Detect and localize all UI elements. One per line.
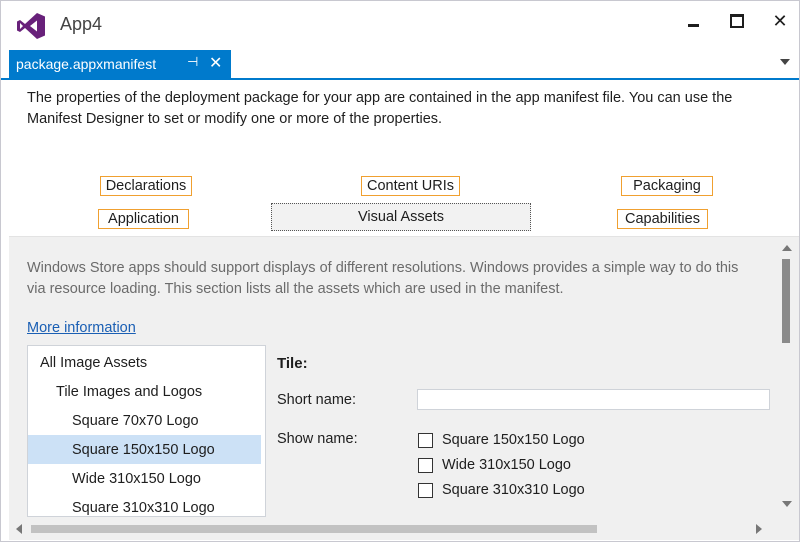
- scroll-right-arrow-icon[interactable]: [756, 524, 762, 534]
- maximize-button[interactable]: [720, 9, 754, 33]
- vertical-scroll-thumb[interactable]: [782, 259, 790, 343]
- close-window-button[interactable]: ✕: [763, 9, 797, 33]
- show-name-square-150x150-checkbox[interactable]: Square 150x150 Logo: [418, 430, 585, 450]
- horizontal-scroll-thumb[interactable]: [31, 525, 597, 533]
- tile-heading: Tile:: [277, 355, 308, 372]
- document-tab-strip: package.appxmanifest ⊣ ✕: [1, 50, 799, 80]
- checkbox-label: Square 150x150 Logo: [442, 432, 585, 448]
- maximize-icon: [730, 14, 744, 28]
- app-window: App4 ✕ package.appxmanifest ⊣ ✕ The prop…: [0, 0, 800, 542]
- tree-item-label: All Image Assets: [40, 354, 148, 371]
- tree-item-label: Wide 310x150 Logo: [72, 470, 201, 487]
- scroll-up-arrow-icon[interactable]: [782, 245, 792, 251]
- tree-item-square-70x70-logo[interactable]: Square 70x70 Logo: [28, 406, 261, 435]
- short-name-input[interactable]: [417, 389, 770, 410]
- show-name-wide-310x150-checkbox[interactable]: Wide 310x150 Logo: [418, 455, 571, 475]
- checkbox-label: Square 310x310 Logo: [442, 482, 585, 498]
- show-name-label: Show name:: [277, 431, 358, 447]
- title-bar: App4 ✕: [1, 1, 799, 47]
- checkbox-icon[interactable]: [418, 457, 433, 473]
- tab-label: package.appxmanifest: [16, 56, 157, 72]
- tree-item-label: Square 150x150 Logo: [72, 441, 215, 458]
- tab-declarations[interactable]: Declarations: [100, 176, 192, 196]
- horizontal-scrollbar[interactable]: [9, 520, 777, 540]
- pin-icon[interactable]: ⊣: [187, 54, 198, 70]
- tree-item-label: Tile Images and Logos: [56, 383, 203, 400]
- tab-package-appxmanifest[interactable]: package.appxmanifest ⊣ ✕: [9, 50, 231, 78]
- asset-tree: All Image Assets Tile Images and Logos S…: [27, 345, 266, 517]
- visual-assets-panel: Windows Store apps should support displa…: [9, 236, 799, 540]
- show-name-square-310x310-checkbox[interactable]: Square 310x310 Logo: [418, 480, 585, 500]
- tab-content-uris[interactable]: Content URIs: [361, 176, 460, 196]
- tab-application[interactable]: Application: [98, 209, 189, 229]
- tree-item-label: Square 310x310 Logo: [72, 499, 215, 516]
- tree-item-wide-310x150-logo[interactable]: Wide 310x150 Logo: [28, 464, 261, 493]
- tab-capabilities[interactable]: Capabilities: [617, 209, 708, 229]
- window-title: App4: [60, 14, 103, 34]
- tree-item-all-image-assets[interactable]: All Image Assets: [28, 348, 261, 377]
- checkbox-label: Wide 310x150 Logo: [442, 457, 571, 473]
- tab-close-icon[interactable]: ✕: [209, 53, 222, 73]
- tree-item-square-310x310-logo[interactable]: Square 310x310 Logo: [28, 493, 261, 516]
- vertical-scrollbar[interactable]: [777, 237, 795, 522]
- visual-assets-intro: Windows Store apps should support displa…: [27, 260, 739, 297]
- close-icon: ✕: [772, 10, 788, 31]
- minimize-button[interactable]: [676, 9, 710, 33]
- tree-item-tile-images-and-logos[interactable]: Tile Images and Logos: [28, 377, 261, 406]
- checkbox-icon[interactable]: [418, 482, 433, 498]
- visual-studio-logo-icon: [17, 13, 45, 39]
- manifest-description: The properties of the deployment package…: [27, 90, 733, 127]
- scroll-left-arrow-icon[interactable]: [16, 524, 22, 534]
- tree-item-square-150x150-logo[interactable]: Square 150x150 Logo: [28, 435, 261, 464]
- tab-overflow-chevron-down-icon[interactable]: [780, 59, 790, 65]
- minimize-icon: [687, 23, 699, 27]
- short-name-label: Short name:: [277, 392, 356, 408]
- checkbox-icon[interactable]: [418, 432, 433, 448]
- more-information-link[interactable]: More information: [27, 320, 136, 336]
- tree-item-label: Square 70x70 Logo: [72, 412, 199, 429]
- tab-packaging[interactable]: Packaging: [621, 176, 713, 196]
- scroll-down-arrow-icon[interactable]: [782, 501, 792, 507]
- tab-visual-assets[interactable]: Visual Assets: [271, 203, 531, 231]
